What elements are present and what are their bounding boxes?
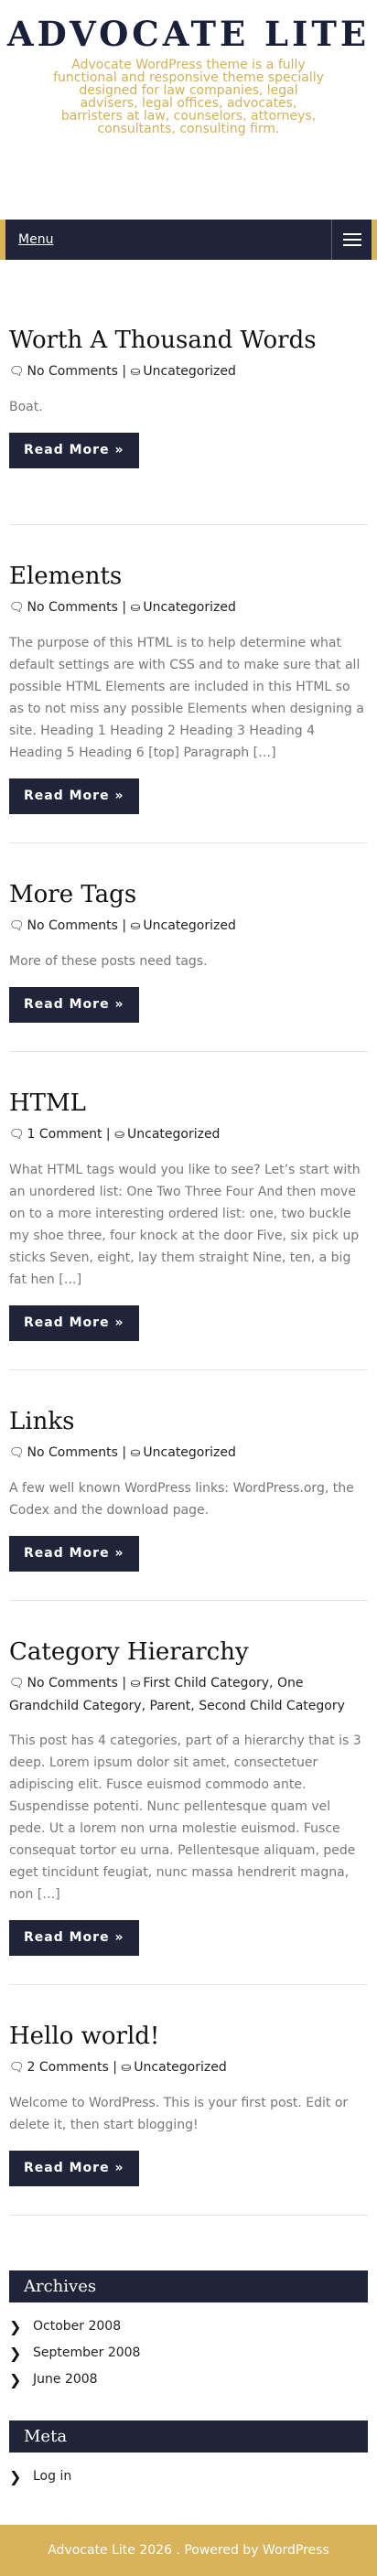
site-footer: Advocate Lite 2026 . Powered by WordPres…: [0, 2525, 377, 2576]
archives-list: ❯ October 2008 ❯ September 2008 ❯ June 2008: [9, 2313, 368, 2393]
category-icon: ⛀: [114, 1128, 124, 1142]
category-link[interactable]: Uncategorized: [127, 1127, 220, 1142]
post-title[interactable]: More Tags: [9, 880, 368, 909]
chevron-right-icon: ❯: [9, 2318, 22, 2335]
archives-widget: Archives ❯ October 2008 ❯ September 2008 ❯…: [9, 2270, 368, 2393]
post-excerpt: What HTML tags would you like to see? Le…: [9, 1163, 361, 1287]
post-item: Category Hierarchy 🗨 No Comments | ⛀ First…: [9, 1601, 368, 1985]
hamburger-menu-icon[interactable]: [331, 220, 372, 260]
hamburger-line: [342, 244, 361, 246]
post-list: Worth A Thousand Words 🗨 No Comments | ⛀ U…: [0, 260, 377, 2216]
archive-link[interactable]: October 2008: [33, 2313, 121, 2340]
category-icon: ⛀: [130, 1677, 141, 1690]
archive-item[interactable]: ❯ October 2008: [9, 2313, 368, 2340]
post-excerpt: More of these posts need tags.: [9, 954, 208, 969]
read-more-button[interactable]: Read More »: [9, 1920, 139, 1956]
comments-link[interactable]: 2 Comments: [27, 2060, 109, 2075]
meta-widget: Meta ❯ Log in: [9, 2420, 368, 2490]
post-meta: 🗨 No Comments | ⛀ First Child Category, On…: [9, 1672, 368, 1717]
category-icon: ⛀: [130, 1446, 141, 1460]
category-link[interactable]: Uncategorized: [143, 1445, 235, 1460]
category-icon: ⛀: [130, 601, 141, 615]
category-icon: ⛀: [130, 365, 141, 379]
read-more-button[interactable]: Read More »: [9, 2151, 139, 2186]
meta-list: ❯ Log in: [9, 2463, 368, 2490]
post-title[interactable]: Links: [9, 1407, 368, 1436]
chevron-right-icon: ❯: [9, 2371, 22, 2388]
post-excerpt: This post has 4 categories, part of a hi…: [9, 1733, 361, 1902]
hamburger-line: [342, 233, 361, 235]
meta-title: Meta: [9, 2420, 368, 2453]
comments-link[interactable]: 1 Comment: [27, 1127, 102, 1142]
comments-icon: 🗨: [9, 1128, 25, 1142]
post-item: Hello world! 🗨 2 Comments | ⛀ Uncategorize…: [9, 1985, 368, 2216]
post-item: Elements 🗨 No Comments | ⛀ Uncategorized T…: [9, 525, 368, 843]
archive-item[interactable]: ❯ June 2008: [9, 2367, 368, 2393]
meta-item[interactable]: ❯ Log in: [9, 2463, 368, 2490]
post-excerpt: Boat.: [9, 400, 43, 414]
post-meta: 🗨 2 Comments | ⛀ Uncategorized: [9, 2056, 368, 2079]
read-more-button[interactable]: Read More »: [9, 433, 139, 468]
post-item: More Tags 🗨 No Comments | ⛀ Uncategorized …: [9, 843, 368, 1052]
navbar-inner: Menu: [5, 220, 372, 260]
post-item: HTML 🗨 1 Comment | ⛀ Uncategorized What HT…: [9, 1052, 368, 1370]
read-more-button[interactable]: Read More »: [9, 1305, 139, 1341]
comments-link[interactable]: No Comments: [27, 918, 118, 933]
comments-icon: 🗨: [9, 365, 25, 379]
post-title[interactable]: HTML: [9, 1089, 368, 1118]
post-title[interactable]: Hello world!: [9, 2022, 368, 2051]
read-more-button[interactable]: Read More »: [9, 778, 139, 814]
read-more-button[interactable]: Read More »: [9, 987, 139, 1023]
comments-icon: 🗨: [9, 601, 25, 615]
chevron-right-icon: ❯: [9, 2345, 22, 2362]
comments-link[interactable]: No Comments: [27, 1676, 118, 1690]
post-title[interactable]: Category Hierarchy: [9, 1637, 368, 1667]
category-link[interactable]: Uncategorized: [143, 600, 235, 615]
archive-link[interactable]: June 2008: [33, 2367, 98, 2393]
category-icon: ⛀: [130, 919, 141, 933]
site-header: ADVOCATE LITE Advocate WordPress theme i…: [0, 0, 377, 220]
hamburger-line: [342, 239, 361, 241]
archive-link[interactable]: September 2008: [33, 2340, 140, 2367]
post-meta: 🗨 No Comments | ⛀ Uncategorized: [9, 915, 368, 938]
read-more-button[interactable]: Read More »: [9, 1536, 139, 1572]
category-link[interactable]: Uncategorized: [143, 364, 235, 379]
archives-title: Archives: [9, 2270, 368, 2302]
post-title[interactable]: Elements: [9, 562, 368, 591]
post-meta: 🗨 No Comments | ⛀ Uncategorized: [9, 1442, 368, 1465]
menu-link[interactable]: Menu: [5, 232, 53, 247]
comments-icon: 🗨: [9, 2061, 25, 2075]
chevron-right-icon: ❯: [9, 2468, 22, 2485]
category-icon: ⛀: [121, 2061, 132, 2075]
comments-link[interactable]: No Comments: [27, 1445, 118, 1460]
category-link[interactable]: Uncategorized: [134, 2060, 226, 2075]
category-link[interactable]: Uncategorized: [143, 918, 235, 933]
footer-text: Advocate Lite 2026 . Powered by WordPres…: [48, 2543, 329, 2558]
post-title[interactable]: Worth A Thousand Words: [9, 326, 368, 355]
site-tagline: Advocate WordPress theme is a fully func…: [53, 58, 324, 136]
post-meta: 🗨 No Comments | ⛀ Uncategorized: [9, 360, 368, 383]
comments-icon: 🗨: [9, 919, 25, 933]
site-title[interactable]: ADVOCATE LITE: [0, 17, 377, 51]
login-link[interactable]: Log in: [33, 2463, 71, 2490]
post-item: Worth A Thousand Words 🗨 No Comments | ⛀ U…: [9, 260, 368, 525]
comments-link[interactable]: No Comments: [27, 364, 118, 379]
comments-icon: 🗨: [9, 1446, 25, 1460]
main-navbar: Menu: [0, 220, 377, 260]
post-meta: 🗨 No Comments | ⛀ Uncategorized: [9, 596, 368, 619]
post-excerpt: Welcome to WordPress. This is your first…: [9, 2096, 349, 2132]
comments-link[interactable]: No Comments: [27, 600, 118, 615]
archive-item[interactable]: ❯ September 2008: [9, 2340, 368, 2367]
post-item: Links 🗨 No Comments | ⛀ Uncategorized A fe…: [9, 1370, 368, 1601]
post-excerpt: The purpose of this HTML is to help dete…: [9, 636, 364, 760]
comments-icon: 🗨: [9, 1677, 25, 1690]
post-meta: 🗨 1 Comment | ⛀ Uncategorized: [9, 1123, 368, 1146]
post-excerpt: A few well known WordPress links: WordPr…: [9, 1481, 354, 1518]
